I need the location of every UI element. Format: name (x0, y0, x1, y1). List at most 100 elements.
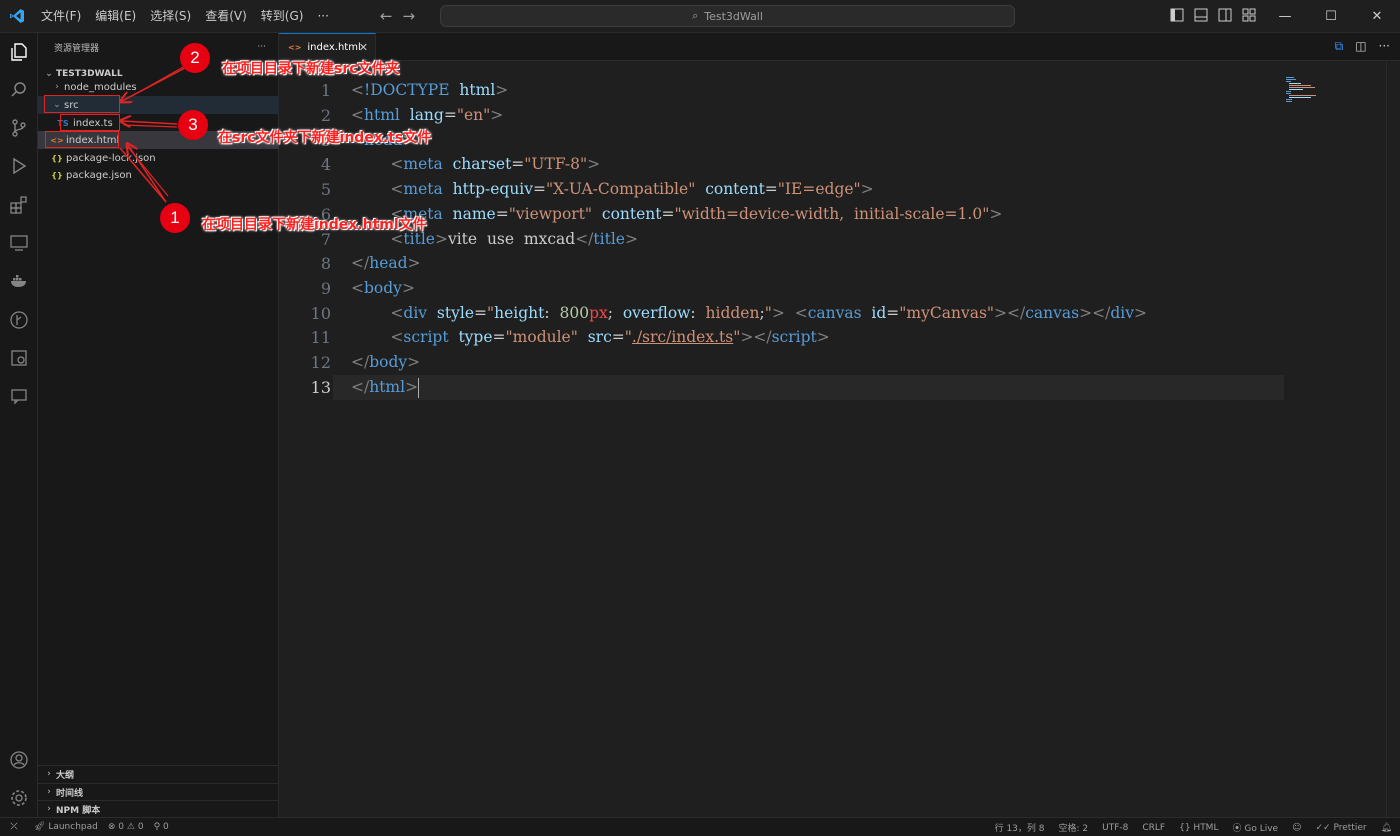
chevron-right-icon: › (47, 787, 51, 797)
close-tab-icon[interactable]: ✕ (359, 41, 368, 54)
tree-item-package-lock-json[interactable]: {} package-lock.json (38, 149, 279, 167)
go-live-button[interactable]: ⦿ Go Live (1232, 821, 1278, 834)
menu-more[interactable]: ··· (310, 4, 335, 28)
menu-selection[interactable]: 选择(S) (143, 4, 198, 28)
git-graph-icon[interactable] (7, 308, 31, 332)
copilot-icon[interactable]: ☺ (1292, 823, 1301, 833)
more-actions-icon[interactable]: ··· (1379, 39, 1390, 54)
menu-go[interactable]: 转到(G) (254, 4, 311, 28)
code-line-6: <meta name="viewport" content="width=dev… (390, 205, 1003, 223)
code-line-9: <body> (351, 279, 415, 297)
prettier-item[interactable]: ✓✓ Prettier (1315, 823, 1366, 833)
step-2-badge: 2 (180, 43, 210, 73)
split-editor-icon[interactable]: ◫ (1355, 39, 1366, 54)
code-line-12: </body> (351, 353, 421, 371)
forward-arrow-icon[interactable]: → (403, 7, 416, 25)
menu-edit[interactable]: 编辑(E) (88, 4, 143, 28)
customize-layout-icon[interactable] (1242, 8, 1256, 22)
command-center-search[interactable]: ⌕ Test3dWall (440, 5, 1015, 27)
menu-file[interactable]: 文件(F) (34, 4, 88, 28)
line-number: 9 (320, 279, 331, 298)
line-number: 10 (310, 304, 331, 323)
remote-indicator-icon[interactable]: ⤫ (0, 817, 28, 836)
npm-scripts-section[interactable]: › NPM 脚本 (38, 800, 279, 817)
current-line-highlight (333, 375, 1284, 400)
minimize-icon[interactable]: — (1262, 0, 1308, 33)
explorer-sidebar: 资源管理器 ··· ⌄ TEST3DWALL › node_modules ⌄ … (38, 33, 279, 817)
editor-actions: ⧉ ◫ ··· (1335, 39, 1390, 54)
menu-view[interactable]: 查看(V) (198, 4, 254, 28)
ports-count: 0 (163, 822, 169, 832)
go-live-label: Go Live (1244, 824, 1279, 834)
broadcast-icon: ⦿ (1232, 824, 1242, 834)
encoding[interactable]: UTF-8 (1102, 823, 1128, 833)
more-actions-icon[interactable]: ··· (257, 42, 266, 52)
vscode-logo-icon (0, 0, 34, 33)
account-icon[interactable] (7, 748, 31, 772)
layout-controls (1170, 8, 1256, 22)
outline-section[interactable]: › 大纲 (38, 765, 279, 782)
line-number: 11 (310, 328, 331, 347)
overview-ruler[interactable] (1386, 62, 1400, 817)
json-file-icon: {} (51, 170, 63, 180)
activity-bar (0, 33, 38, 817)
docker-icon[interactable] (7, 269, 31, 293)
code-line-2: <html lang="en"> (351, 106, 504, 124)
timeline-section[interactable]: › 时间线 (38, 783, 279, 800)
section-label: NPM 脚本 (56, 805, 101, 816)
section-label: 大纲 (56, 770, 75, 781)
step-1-note: 在项目目录下新建index.html文件 (202, 217, 427, 233)
highlight-box-index-html (45, 131, 119, 148)
tab-index-html[interactable]: <> index.html ✕ (279, 33, 376, 61)
chat-icon[interactable] (7, 384, 31, 408)
remote-explorer-icon[interactable] (7, 231, 31, 255)
window-controls: — ☐ ✕ (1262, 0, 1400, 33)
error-count: 0 (118, 822, 124, 832)
command-center-label: Test3dWall (704, 9, 763, 23)
launchpad-item[interactable]: 🚀︎ Launchpad (34, 822, 98, 832)
tree-item-node-modules[interactable]: › node_modules (38, 78, 279, 96)
explorer-title: 资源管理器 (54, 43, 100, 54)
minimap[interactable] (1286, 77, 1316, 107)
line-number: 8 (320, 254, 331, 273)
language-mode[interactable]: {} HTML (1179, 823, 1218, 833)
tree-item-package-json[interactable]: {} package.json (38, 166, 279, 184)
end-of-line[interactable]: CRLF (1142, 823, 1165, 833)
search-icon[interactable] (7, 78, 31, 102)
notifications-bell-icon[interactable]: 🔔︎ (1381, 823, 1392, 833)
source-control-icon[interactable] (7, 116, 31, 140)
line-number: 2 (320, 106, 331, 125)
indentation[interactable]: 空格: 2 (1058, 821, 1088, 834)
search-icon: ⌕ (692, 9, 699, 22)
maximize-icon[interactable]: ☐ (1308, 0, 1354, 33)
tree-item-label: package-lock.json (66, 152, 156, 164)
testing-icon[interactable] (7, 346, 31, 370)
braces-icon: {} (1179, 822, 1191, 833)
highlight-box-index-ts (60, 114, 120, 131)
highlight-box-src (44, 95, 120, 113)
toggle-secondary-sidebar-icon[interactable] (1218, 8, 1232, 22)
explorer-icon[interactable] (7, 40, 31, 64)
cursor-position[interactable]: 行 13，列 8 (995, 821, 1045, 834)
problems-item[interactable]: ⊗ 0 ⚠ 0 (108, 822, 144, 832)
run-debug-icon[interactable] (7, 154, 31, 178)
extensions-icon[interactable] (7, 193, 31, 217)
code-line-5: <meta http-equiv="X-UA-Compatible" conte… (390, 180, 874, 198)
settings-gear-icon[interactable] (7, 786, 31, 810)
prettier-label: Prettier (1333, 822, 1367, 833)
chevron-right-icon: › (55, 82, 59, 92)
text-cursor (418, 378, 420, 398)
open-preview-icon[interactable]: ⧉ (1335, 39, 1344, 54)
close-icon[interactable]: ✕ (1354, 0, 1400, 33)
back-arrow-icon[interactable]: ← (380, 7, 393, 25)
launchpad-label: Launchpad (48, 822, 98, 832)
menu-bar: 文件(F) 编辑(E) 选择(S) 查看(V) 转到(G) ··· (34, 4, 336, 28)
tab-label: index.html (307, 42, 361, 53)
toggle-panel-icon[interactable] (1194, 8, 1208, 22)
ports-item[interactable]: ⚲ 0 (154, 822, 169, 832)
code-editor[interactable]: 1 2 3 4 5 6 7 8 9 10 11 12 13 <!DOCTYPE … (279, 62, 1400, 817)
toggle-sidebar-icon[interactable] (1170, 8, 1184, 22)
code-line-1: <!DOCTYPE html> (351, 81, 509, 99)
code-line-8: </head> (351, 254, 421, 272)
step-3-note: 在src文件夹下新建index.ts文件 (218, 130, 432, 146)
